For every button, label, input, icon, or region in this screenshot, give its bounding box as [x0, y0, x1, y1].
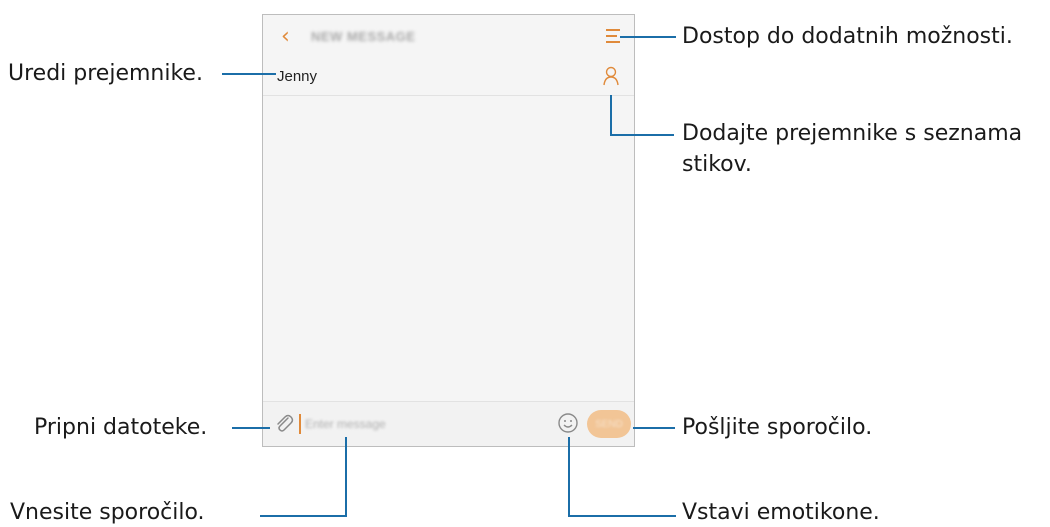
callout-line-edit-recipients	[222, 73, 276, 75]
back-arrow-icon[interactable]: ‹	[281, 25, 301, 49]
callout-line-emoji-v	[568, 437, 570, 517]
callout-insert-emoticons: Vstavi emotikone.	[682, 500, 880, 525]
callout-add-from-contacts-1: Dodajte prejemnike s seznama	[682, 121, 1023, 146]
callout-add-from-contacts-2: stikov.	[682, 152, 752, 177]
callout-line-emoji-h	[568, 515, 676, 517]
recipient-field[interactable]: Jenny	[263, 59, 634, 96]
callout-enter-message: Vnesite sporočilo.	[10, 500, 205, 525]
callout-send-message: Pošljite sporočilo.	[682, 415, 873, 440]
message-thread-area	[263, 96, 634, 404]
callout-attach-files: Pripni datoteke.	[34, 415, 208, 440]
contact-icon[interactable]	[602, 66, 620, 86]
paperclip-icon[interactable]	[273, 412, 295, 434]
callout-line-more-options	[620, 36, 676, 38]
callout-line-enter-h	[260, 515, 347, 517]
text-cursor	[299, 414, 301, 434]
menu-icon[interactable]	[606, 29, 620, 45]
callout-line-attach	[232, 427, 270, 429]
screen-title: NEW MESSAGE	[311, 29, 416, 44]
message-input[interactable]	[305, 414, 505, 434]
callout-line-contacts-v	[610, 95, 612, 136]
message-compose-screen: ‹ NEW MESSAGE Jenny Enter message SEND	[262, 14, 635, 447]
callout-line-send	[633, 427, 675, 429]
smiley-icon[interactable]	[557, 412, 579, 434]
send-label: SEND	[595, 418, 623, 430]
callout-line-enter-v	[345, 437, 347, 517]
send-button[interactable]: SEND	[587, 410, 631, 438]
recipient-name[interactable]: Jenny	[277, 68, 317, 85]
callout-edit-recipients: Uredi prejemnike.	[8, 61, 203, 86]
callout-line-contacts-h	[610, 134, 674, 136]
composer-bar: Enter message SEND	[263, 401, 634, 446]
app-bar: ‹ NEW MESSAGE	[263, 15, 634, 59]
callout-more-options: Dostop do dodatnih možnosti.	[682, 24, 1013, 49]
